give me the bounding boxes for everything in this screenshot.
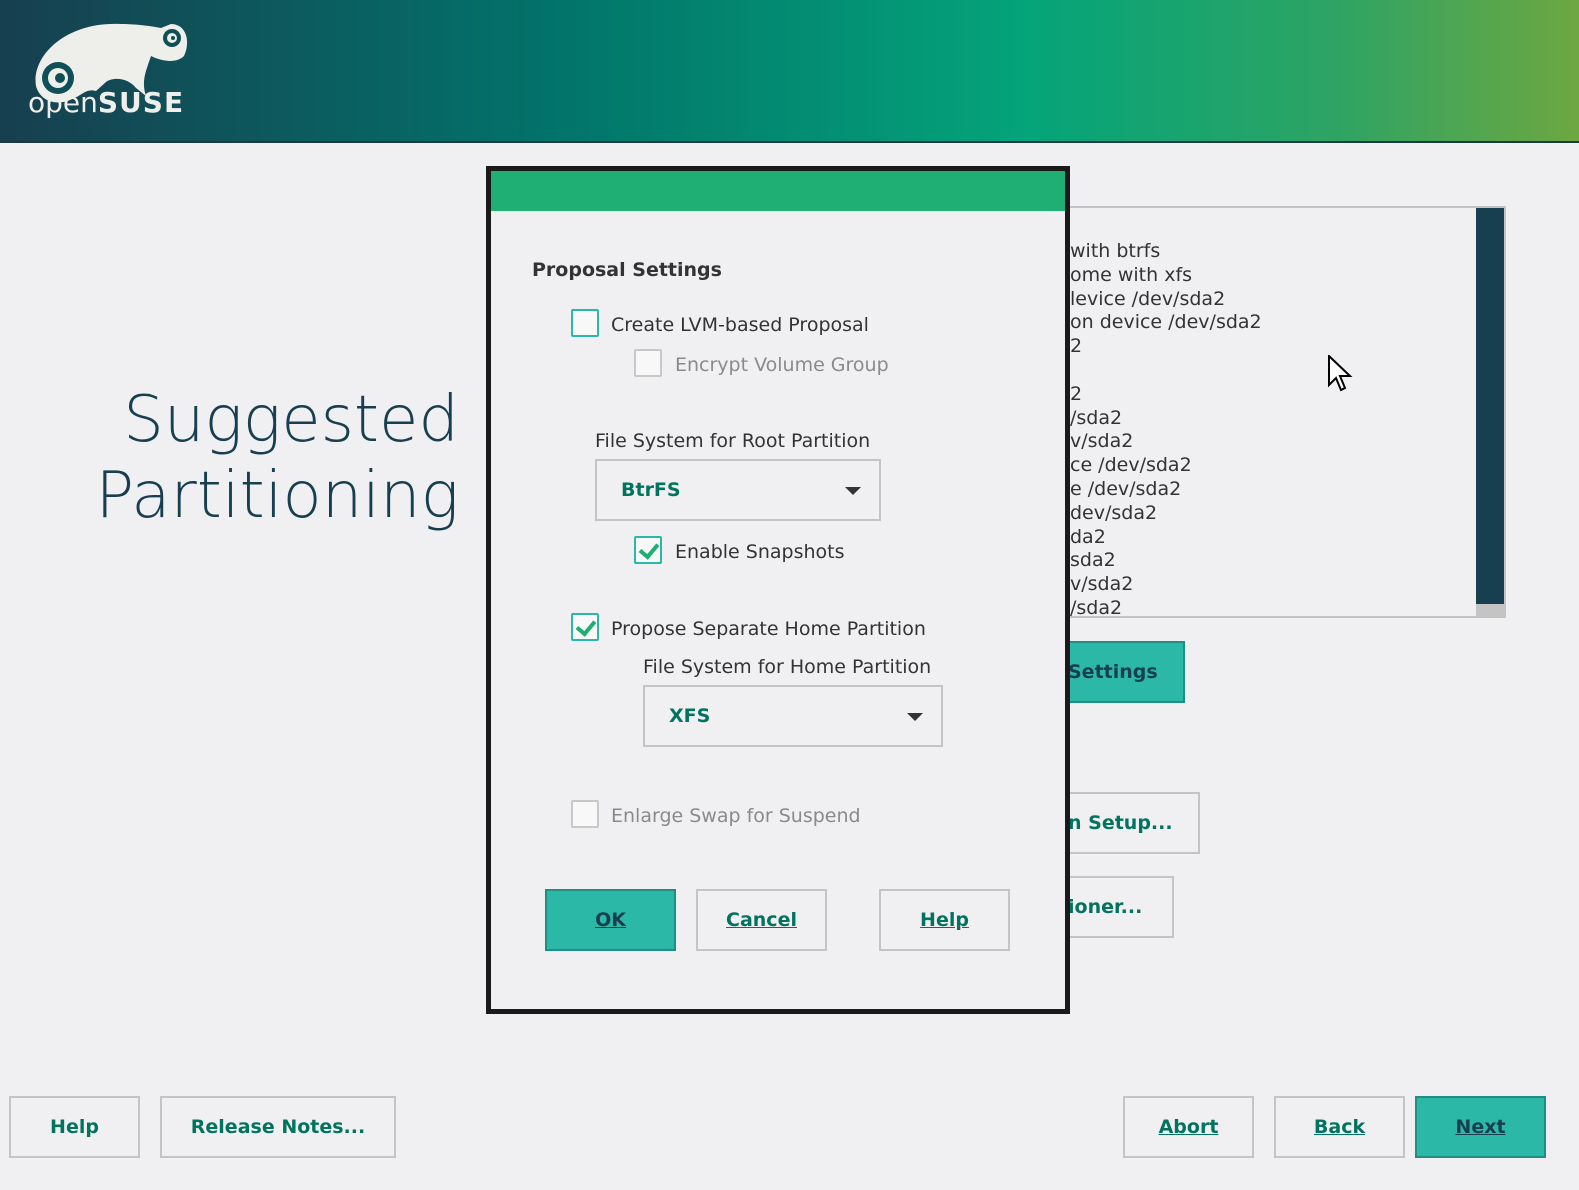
home-fs-label: File System for Home Partition	[643, 656, 932, 678]
summary-line: ome with xfs	[1070, 263, 1193, 286]
ok-button[interactable]: OK	[545, 889, 676, 951]
summary-line: 2	[1070, 382, 1083, 405]
summary-line: 2	[1070, 335, 1083, 358]
dialog-title-bar	[491, 171, 1065, 211]
cancel-button[interactable]: Cancel	[696, 889, 827, 951]
snapshots-label[interactable]: Enable Snapshots	[675, 541, 844, 563]
lvm-label[interactable]: Create LVM-based Proposal	[611, 314, 869, 336]
summary-line: da2	[1070, 525, 1106, 548]
next-button[interactable]: Next	[1415, 1096, 1546, 1158]
dialog-help-button[interactable]: Help	[879, 889, 1010, 951]
page-title: Suggested Partitioning	[95, 383, 459, 533]
summary-line: /sda2	[1070, 596, 1123, 618]
dialog-heading: Proposal Settings	[532, 259, 722, 281]
mouse-cursor-icon	[1328, 355, 1353, 392]
footer-help-button[interactable]: Help	[9, 1096, 140, 1158]
lvm-checkbox[interactable]	[571, 309, 599, 337]
home-fs-select[interactable]: XFS	[643, 685, 943, 747]
chevron-down-icon	[907, 713, 923, 721]
swap-label: Enlarge Swap for Suspend	[611, 805, 861, 827]
summary-line: e /dev/sda2	[1070, 477, 1182, 500]
encrypt-label: Encrypt Volume Group	[675, 354, 889, 376]
summary-line: /sda2	[1070, 406, 1123, 429]
opensuse-wordmark: openSUSE	[28, 86, 185, 119]
home-partition-checkbox[interactable]	[571, 613, 599, 641]
home-partition-label[interactable]: Propose Separate Home Partition	[611, 618, 926, 640]
snapshots-checkbox[interactable]	[634, 536, 662, 564]
summary-line: on device /dev/sda2	[1070, 311, 1262, 334]
summary-line: ce /dev/sda2	[1070, 454, 1192, 477]
swap-checkbox[interactable]	[571, 800, 599, 828]
summary-line: with btrfs	[1070, 240, 1161, 262]
release-notes-button[interactable]: Release Notes...	[160, 1096, 396, 1158]
guided-setup-button[interactable]: n Setup...	[1060, 792, 1200, 854]
summary-line: dev/sda2	[1070, 501, 1158, 524]
root-fs-label: File System for Root Partition	[595, 430, 871, 452]
edit-proposal-settings-button[interactable]: Settings	[1060, 641, 1185, 703]
summary-line: sda2	[1070, 549, 1116, 572]
abort-button[interactable]: Abort	[1123, 1096, 1254, 1158]
chevron-down-icon	[845, 487, 861, 495]
summary-line: v/sda2	[1070, 430, 1134, 453]
scrollbar-track	[1476, 604, 1504, 616]
encrypt-checkbox[interactable]	[634, 349, 662, 377]
proposal-settings-dialog: Proposal Settings Create LVM-based Propo…	[486, 166, 1070, 1014]
summary-line	[1070, 359, 1262, 383]
scrollbar[interactable]	[1476, 208, 1504, 606]
summary-line: v/sda2	[1070, 573, 1134, 596]
expert-partitioner-button[interactable]: ioner...	[1060, 876, 1174, 938]
partition-proposal-summary[interactable]: with btrfs ome with xfs levice /dev/sda2 on…	[1060, 206, 1506, 618]
summary-line: levice /dev/sda2	[1070, 287, 1226, 310]
root-fs-select[interactable]: BtrFS	[595, 459, 881, 521]
back-button[interactable]: Back	[1274, 1096, 1405, 1158]
header-banner: openSUSE	[0, 0, 1579, 143]
